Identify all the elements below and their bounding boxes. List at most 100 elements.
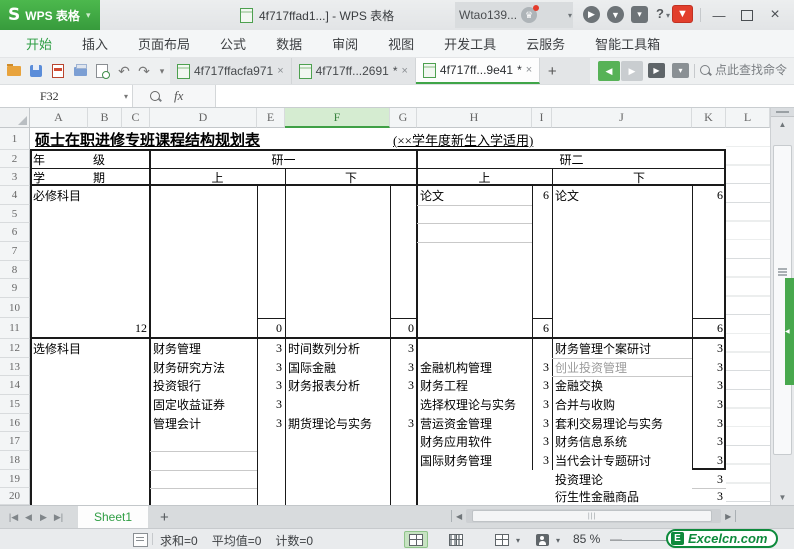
cell-elective-k-16[interactable]: 3 <box>692 414 726 432</box>
column-header-k[interactable]: K <box>692 108 726 128</box>
cell-total-i[interactable]: 6 <box>532 318 552 339</box>
open-file-icon[interactable] <box>4 62 24 80</box>
prev-sheet-icon[interactable]: ◀ <box>21 512 36 523</box>
row-header-7[interactable]: 7 <box>0 242 30 261</box>
cell-year[interactable]: 年 <box>30 150 60 168</box>
cell-sem[interactable]: 学 <box>30 168 60 186</box>
sheet-tab-sheet1[interactable]: Sheet1 <box>78 506 149 528</box>
cell-elective-j-14[interactable]: 金融交换 <box>552 376 692 395</box>
cell-elective-g-14[interactable]: 3 <box>390 376 417 395</box>
undo-icon[interactable]: ↶ <box>114 62 134 80</box>
cell-elective-d-13[interactable]: 财务研究方法 <box>150 358 257 376</box>
row-header-12[interactable]: 12 <box>0 339 30 358</box>
next-sheet-icon[interactable]: ▶ <box>36 512 51 523</box>
forward-button[interactable]: ▶ <box>621 61 643 81</box>
first-sheet-icon[interactable]: |◀ <box>6 512 21 523</box>
print-preview-icon[interactable] <box>92 62 112 80</box>
row-header-19[interactable]: 19 <box>0 470 30 488</box>
cell-thesis2-credit[interactable]: 6 <box>692 186 726 205</box>
scroll-down-icon[interactable]: ▼ <box>771 490 794 504</box>
column-header-g[interactable]: G <box>390 108 417 128</box>
cell-elective-j-19[interactable]: 投资理论 <box>552 470 692 488</box>
cell-elective-f-13[interactable]: 国际金融 <box>285 358 390 376</box>
reading-mode-button[interactable] <box>530 531 554 548</box>
cell-elective-k-17[interactable]: 3 <box>692 432 726 451</box>
cell-elective-d-12[interactable]: 财务管理 <box>150 339 257 358</box>
cell-elective-d-14[interactable]: 投资银行 <box>150 376 257 395</box>
column-header-a[interactable]: A <box>30 108 88 128</box>
cell-elective-e-15[interactable]: 3 <box>257 395 285 414</box>
column-header-h[interactable]: H <box>417 108 532 128</box>
cell-elective-k-18[interactable]: 3 <box>692 451 726 470</box>
cell-elective-i-17[interactable]: 3 <box>532 432 552 451</box>
cell-total-g[interactable]: 0 <box>390 318 417 339</box>
page-break-view-button[interactable] <box>444 531 468 548</box>
templates-icon[interactable]: ▼ <box>607 6 624 23</box>
row-header-5[interactable]: 5 <box>0 205 30 223</box>
cell-elective-i-13[interactable]: 3 <box>532 358 552 376</box>
split-handle[interactable] <box>771 108 794 117</box>
zoom-out-button[interactable]: — <box>610 532 622 546</box>
cell-elective-f-14[interactable]: 财务报表分析 <box>285 376 390 395</box>
maximize-button[interactable] <box>734 0 760 30</box>
cell-term[interactable]: 期 <box>90 168 120 186</box>
close-tab-icon[interactable]: × <box>526 64 532 76</box>
row-header-18[interactable]: 18 <box>0 451 30 470</box>
ribbon-tab-view[interactable]: 视图 <box>388 34 414 53</box>
cell-elective-f-12[interactable]: 时间数列分析 <box>285 339 390 358</box>
column-header-b[interactable]: B <box>88 108 122 128</box>
cell-elective-i-16[interactable]: 3 <box>532 414 552 432</box>
ribbon-tab-developer[interactable]: 开发工具 <box>444 34 496 53</box>
column-header-j[interactable]: J <box>552 108 692 128</box>
cell-elective-j-16[interactable]: 套利交易理论与实务 <box>552 414 692 432</box>
cell-elective-k-13[interactable]: 3 <box>692 358 726 376</box>
row-header-14[interactable]: 14 <box>0 376 30 395</box>
green-position-marker[interactable]: ◀ <box>785 278 794 385</box>
zoom-level[interactable]: 85 % <box>573 532 600 546</box>
row-header-1[interactable]: 1 <box>0 128 30 150</box>
cell-g2-first[interactable]: 上 <box>417 168 552 186</box>
cell-elective-j-18[interactable]: 当代会计专题研讨 <box>552 451 692 470</box>
horizontal-scroll-track[interactable]: ||| <box>466 509 722 523</box>
switch-window-icon[interactable]: ▾ <box>672 63 689 78</box>
cell-total-k[interactable]: 6 <box>692 318 726 339</box>
chevron-down-icon[interactable]: ▾ <box>86 0 98 30</box>
row-header-2[interactable]: 2 <box>0 150 30 168</box>
column-header-f[interactable]: F <box>285 108 390 128</box>
cell-g2-second[interactable]: 下 <box>552 168 726 186</box>
cell-g1-first[interactable]: 上 <box>150 168 285 186</box>
row-header-15[interactable]: 15 <box>0 395 30 414</box>
cell-elective-d-15[interactable]: 固定收益证券 <box>150 395 257 414</box>
save-icon[interactable] <box>26 62 46 80</box>
horizontal-scrollbar[interactable]: ◀ ||| ▶ <box>447 507 740 525</box>
ribbon-tab-formulas[interactable]: 公式 <box>220 34 246 53</box>
column-header-d[interactable]: D <box>150 108 257 128</box>
help-icon[interactable]: ? <box>656 6 664 21</box>
download-manager-icon[interactable]: ▼ <box>672 5 693 23</box>
scroll-left-icon[interactable]: ◀ <box>456 512 462 521</box>
row-header-13[interactable]: 13 <box>0 358 30 376</box>
export-pdf-icon[interactable] <box>48 62 68 80</box>
ribbon-tab-smart-toolbox[interactable]: 智能工具箱 <box>595 34 660 53</box>
horizontal-scroll-thumb[interactable]: ||| <box>472 510 713 522</box>
reading-caret-icon[interactable]: ▾ <box>556 536 560 545</box>
column-header-c[interactable]: C <box>122 108 150 128</box>
cell-elective-k-20[interactable]: 3 <box>692 488 726 505</box>
cell-total-e[interactable]: 0 <box>257 318 285 339</box>
formula-input[interactable] <box>215 85 794 107</box>
row-header-6[interactable]: 6 <box>0 223 30 242</box>
cell-elective-i-15[interactable]: 3 <box>532 395 552 414</box>
minimize-button[interactable]: — <box>706 0 732 30</box>
cell-thesis1-credit[interactable]: 6 <box>532 186 552 205</box>
cell-required-total[interactable]: 12 <box>30 318 150 339</box>
doc-tab-3-active[interactable]: 4f717ff...9e41 * × <box>415 58 541 84</box>
doc-tab-1[interactable]: 4f717ffacfa971 × <box>170 58 292 84</box>
cell-g1-second[interactable]: 下 <box>285 168 417 186</box>
row-header-11[interactable]: 11 <box>0 318 30 339</box>
cell-thesis2[interactable]: 论文 <box>552 186 692 205</box>
back-button[interactable]: ◀ <box>598 61 620 81</box>
cell-elective-h-17[interactable]: 财务应用软件 <box>417 432 532 451</box>
cell-elective-f-16[interactable]: 期货理论与实务 <box>285 414 390 432</box>
cell-elective-j-17[interactable]: 财务信息系统 <box>552 432 692 451</box>
play-presentation-icon[interactable]: ▶ <box>648 63 665 78</box>
